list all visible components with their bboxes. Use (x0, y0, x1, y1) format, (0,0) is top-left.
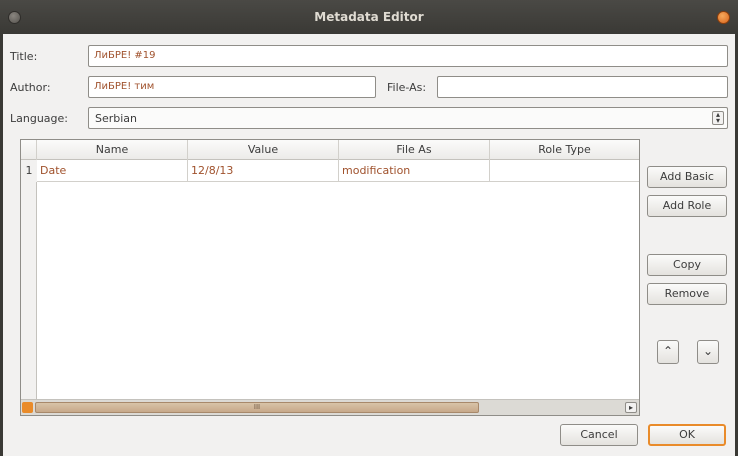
row-number-header (21, 140, 37, 160)
cancel-button[interactable]: Cancel (560, 424, 638, 446)
metadata-table[interactable]: Name Value File As Role Type 1 Date 12/8… (20, 139, 640, 416)
column-header-role-type[interactable]: Role Type (490, 140, 639, 160)
scroll-thumb[interactable]: III (35, 402, 479, 413)
author-input[interactable]: ЛиБРЕ! тим (88, 76, 376, 98)
horizontal-scrollbar[interactable]: III ▸ (21, 399, 639, 415)
move-down-button[interactable]: ⌄ (697, 340, 719, 364)
select-arrows-icon: ▴ ▾ (712, 111, 724, 125)
language-select[interactable]: Serbian ▴ ▾ (88, 107, 728, 129)
file-as-label: File-As: (387, 81, 427, 94)
cell-value[interactable]: 12/8/13 (188, 160, 339, 182)
close-window-icon[interactable] (8, 11, 21, 24)
file-as-input[interactable] (437, 76, 728, 98)
author-label: Author: (10, 81, 51, 94)
cell-name[interactable]: Date (37, 160, 188, 182)
column-header-value[interactable]: Value (188, 140, 339, 160)
row-number: 1 (21, 160, 37, 182)
language-label: Language: (10, 112, 68, 125)
title-label: Title: (10, 50, 38, 63)
column-header-file-as[interactable]: File As (339, 140, 490, 160)
row-header-column (21, 160, 37, 399)
scroll-right-icon[interactable]: ▸ (625, 402, 637, 413)
chevron-down-icon: ⌄ (702, 344, 714, 358)
title-input[interactable]: ЛиБРЕ! #19 (88, 45, 728, 67)
column-header-name[interactable]: Name (37, 140, 188, 160)
language-value: Serbian (95, 112, 138, 125)
title-bar: Metadata Editor (0, 0, 738, 34)
table-header: Name Value File As Role Type (21, 140, 639, 160)
ok-button[interactable]: OK (648, 424, 726, 446)
add-basic-button[interactable]: Add Basic (647, 166, 727, 188)
maximize-window-icon[interactable] (717, 11, 730, 24)
chevron-up-icon: ⌃ (662, 344, 674, 358)
add-role-button[interactable]: Add Role (647, 195, 727, 217)
scroll-left-icon[interactable] (22, 402, 33, 413)
table-row[interactable]: 1 Date 12/8/13 modification (21, 160, 639, 182)
copy-button[interactable]: Copy (647, 254, 727, 276)
cell-role-type[interactable] (490, 160, 639, 182)
window-title: Metadata Editor (314, 10, 424, 24)
cell-file-as[interactable]: modification (339, 160, 490, 182)
remove-button[interactable]: Remove (647, 283, 727, 305)
move-up-button[interactable]: ⌃ (657, 340, 679, 364)
